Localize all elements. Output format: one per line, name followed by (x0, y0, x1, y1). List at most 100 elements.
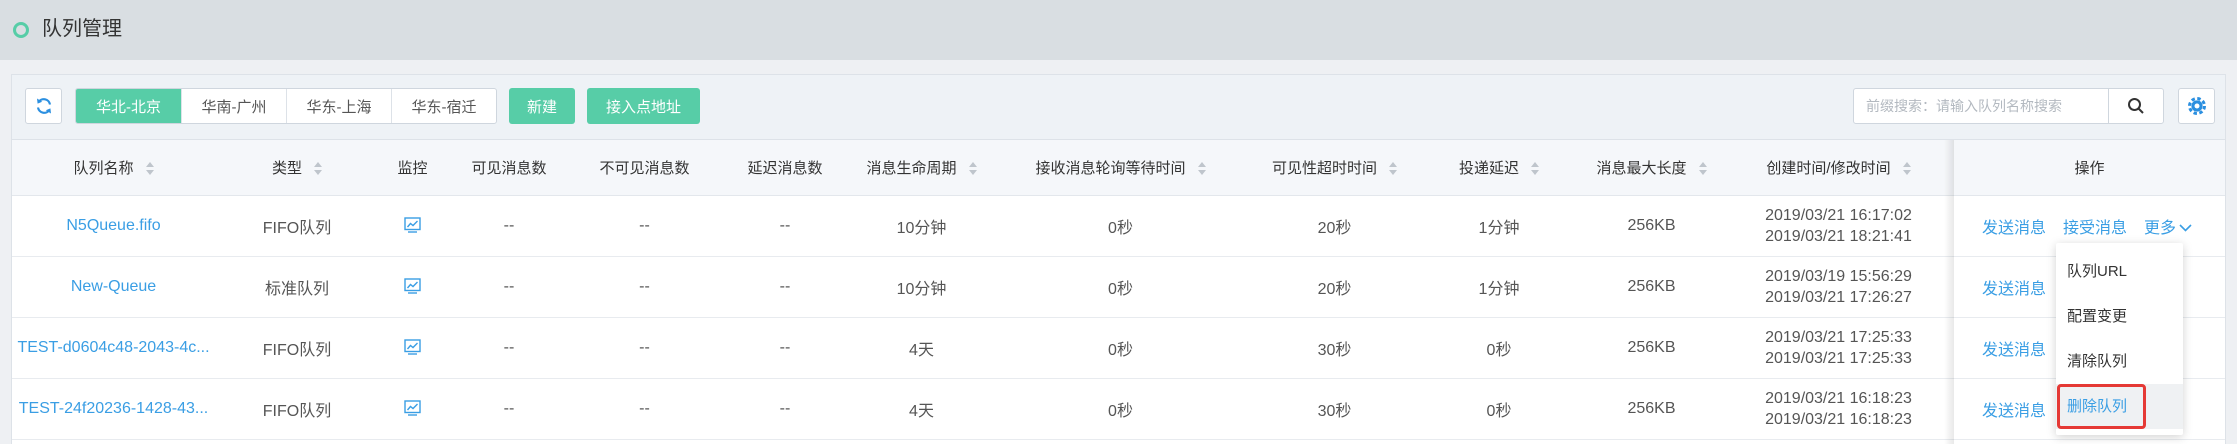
delivery-delay-cell: 1分钟 (1418, 256, 1580, 318)
settings-button[interactable] (2178, 88, 2215, 124)
column-header-name[interactable]: 队列名称 (12, 140, 215, 196)
column-label: 类型 (271, 159, 302, 177)
monitor-chart-icon[interactable] (404, 400, 421, 416)
poll-wait-cell: 0秒 (990, 317, 1251, 379)
table-header-row: 队列名称 类型 监控 可见消息数 不可见消息数 延迟消息数 消息生命周期 接收消… (12, 140, 2225, 196)
region-tabs: 华北-北京 华南-广州 华东-上海 华东-宿迁 (75, 88, 497, 124)
page-title: 队列管理 (42, 18, 122, 40)
more-actions-dropdown: 队列URL 配置变更 清除队列 删除队列 (2056, 243, 2183, 435)
search-input[interactable] (1853, 88, 2109, 124)
name-cell: New-Queue (12, 256, 215, 318)
send-message-link[interactable]: 发送消息 (1982, 342, 2046, 359)
delayed-count-cell: -- (717, 256, 853, 318)
lifecycle-cell: 4天 (853, 317, 990, 379)
table-row: New-Queue 标准队列 -- -- -- 10分钟 0秒 20秒 1分钟 … (12, 256, 2225, 318)
more-label: 更多 (2144, 219, 2177, 237)
created-time: 2019/03/19 15:56:29 (1765, 267, 1912, 285)
type-cell: 标准队列 (215, 256, 379, 318)
modified-time: 2019/03/21 17:25:33 (1765, 349, 1912, 367)
monitor-chart-icon[interactable] (404, 217, 421, 233)
type-cell: FIFO队列 (215, 317, 379, 379)
monitor-chart-icon[interactable] (404, 339, 421, 355)
lifecycle-cell: 10分钟 (853, 256, 990, 318)
poll-wait-cell: 0秒 (990, 378, 1251, 440)
queue-name-link[interactable]: TEST-24f20236-1428-43... (19, 400, 208, 417)
monitor-cell (379, 378, 446, 440)
visible-count-cell: -- (446, 256, 572, 318)
column-label: 创建时间/修改时间 (1766, 159, 1891, 177)
poll-wait-cell: 0秒 (990, 256, 1251, 318)
column-header-visible: 可见消息数 (446, 140, 572, 196)
refresh-icon (34, 96, 54, 116)
column-header-lifecycle[interactable]: 消息生命周期 (853, 140, 990, 196)
region-tab-guangzhou[interactable]: 华南-广州 (181, 89, 286, 123)
modified-time: 2019/03/21 16:18:23 (1765, 410, 1912, 428)
column-header-delivery-delay[interactable]: 投递延迟 (1418, 140, 1580, 196)
invisible-count-cell: -- (572, 317, 717, 379)
visibility-timeout-cell: 30秒 (1251, 317, 1418, 379)
send-message-link[interactable]: 发送消息 (1982, 403, 2046, 420)
search-icon (2127, 97, 2145, 115)
send-message-link[interactable]: 发送消息 (1982, 220, 2046, 237)
menu-item-queue-url[interactable]: 队列URL (2056, 249, 2183, 294)
sort-icon[interactable] (314, 161, 322, 175)
sort-icon[interactable] (1197, 161, 1206, 175)
table-row: TEST-d0604c48-2043-4c... FIFO队列 -- -- --… (12, 317, 2225, 379)
send-message-link[interactable]: 发送消息 (1982, 281, 2046, 298)
region-tab-shanghai[interactable]: 华东-上海 (286, 89, 391, 123)
create-button[interactable]: 新建 (509, 88, 575, 124)
time-cell: 2019/03/19 15:56:29 2019/03/21 17:26:27 (1723, 256, 1954, 318)
delayed-count-cell: -- (717, 317, 853, 379)
menu-item-config-change[interactable]: 配置变更 (2056, 294, 2183, 339)
name-cell: TEST-24f20236-1428-43... (12, 378, 215, 440)
sort-icon[interactable] (1902, 161, 1911, 175)
menu-item-clear-queue[interactable]: 清除队列 (2056, 339, 2183, 384)
max-size-cell: 256KB (1580, 317, 1723, 379)
visible-count-cell: -- (446, 195, 572, 257)
search-button[interactable] (2108, 88, 2164, 124)
gear-icon (2187, 96, 2207, 116)
delivery-delay-cell: 0秒 (1418, 378, 1580, 440)
column-header-max-size[interactable]: 消息最大长度 (1580, 140, 1723, 196)
invisible-count-cell: -- (572, 378, 717, 440)
column-label: 不可见消息数 (599, 159, 690, 177)
region-tab-beijing[interactable]: 华北-北京 (76, 89, 181, 123)
queue-table: 队列名称 类型 监控 可见消息数 不可见消息数 延迟消息数 消息生命周期 接收消… (12, 140, 2225, 440)
column-label: 消息最大长度 (1596, 159, 1687, 177)
column-header-poll-wait[interactable]: 接收消息轮询等待时间 (990, 140, 1251, 196)
toolbar: 华北-北京 华南-广州 华东-上海 华东-宿迁 新建 接入点地址 (12, 75, 2225, 140)
lifecycle-cell: 10分钟 (853, 195, 990, 257)
column-label: 投递延迟 (1458, 159, 1519, 177)
column-header-visibility-timeout[interactable]: 可见性超时时间 (1251, 140, 1418, 196)
queue-name-link[interactable]: New-Queue (71, 278, 156, 295)
column-label: 可见性超时时间 (1271, 159, 1377, 177)
monitor-chart-icon[interactable] (404, 278, 421, 294)
column-header-invisible: 不可见消息数 (572, 140, 717, 196)
time-cell: 2019/03/21 17:25:33 2019/03/21 17:25:33 (1723, 317, 1954, 379)
column-label: 消息生命周期 (866, 159, 957, 177)
sort-icon[interactable] (145, 161, 154, 175)
column-label: 接收消息轮询等待时间 (1035, 159, 1186, 177)
visible-count-cell: -- (446, 317, 572, 379)
column-header-time[interactable]: 创建时间/修改时间 (1723, 140, 1954, 196)
queue-name-link[interactable]: N5Queue.fifo (66, 217, 160, 234)
endpoint-address-button[interactable]: 接入点地址 (587, 88, 700, 124)
type-cell: FIFO队列 (215, 378, 379, 440)
sort-icon[interactable] (968, 161, 977, 175)
column-label: 监控 (397, 159, 428, 177)
refresh-button[interactable] (25, 88, 62, 124)
queue-name-link[interactable]: TEST-d0604c48-2043-4c... (17, 339, 209, 356)
column-label: 队列名称 (73, 159, 134, 177)
name-cell: TEST-d0604c48-2043-4c... (12, 317, 215, 379)
column-header-type[interactable]: 类型 (215, 140, 379, 196)
sort-icon[interactable] (1698, 161, 1707, 175)
invisible-count-cell: -- (572, 256, 717, 318)
receive-message-link[interactable]: 接受消息 (2063, 220, 2127, 237)
sort-icon[interactable] (1389, 161, 1397, 175)
monitor-cell (379, 317, 446, 379)
sort-icon[interactable] (1531, 161, 1539, 175)
max-size-cell: 256KB (1580, 256, 1723, 318)
column-header-monitor: 监控 (379, 140, 446, 196)
more-dropdown-toggle[interactable]: 更多 (2144, 220, 2192, 237)
region-tab-suqian[interactable]: 华东-宿迁 (391, 89, 496, 123)
